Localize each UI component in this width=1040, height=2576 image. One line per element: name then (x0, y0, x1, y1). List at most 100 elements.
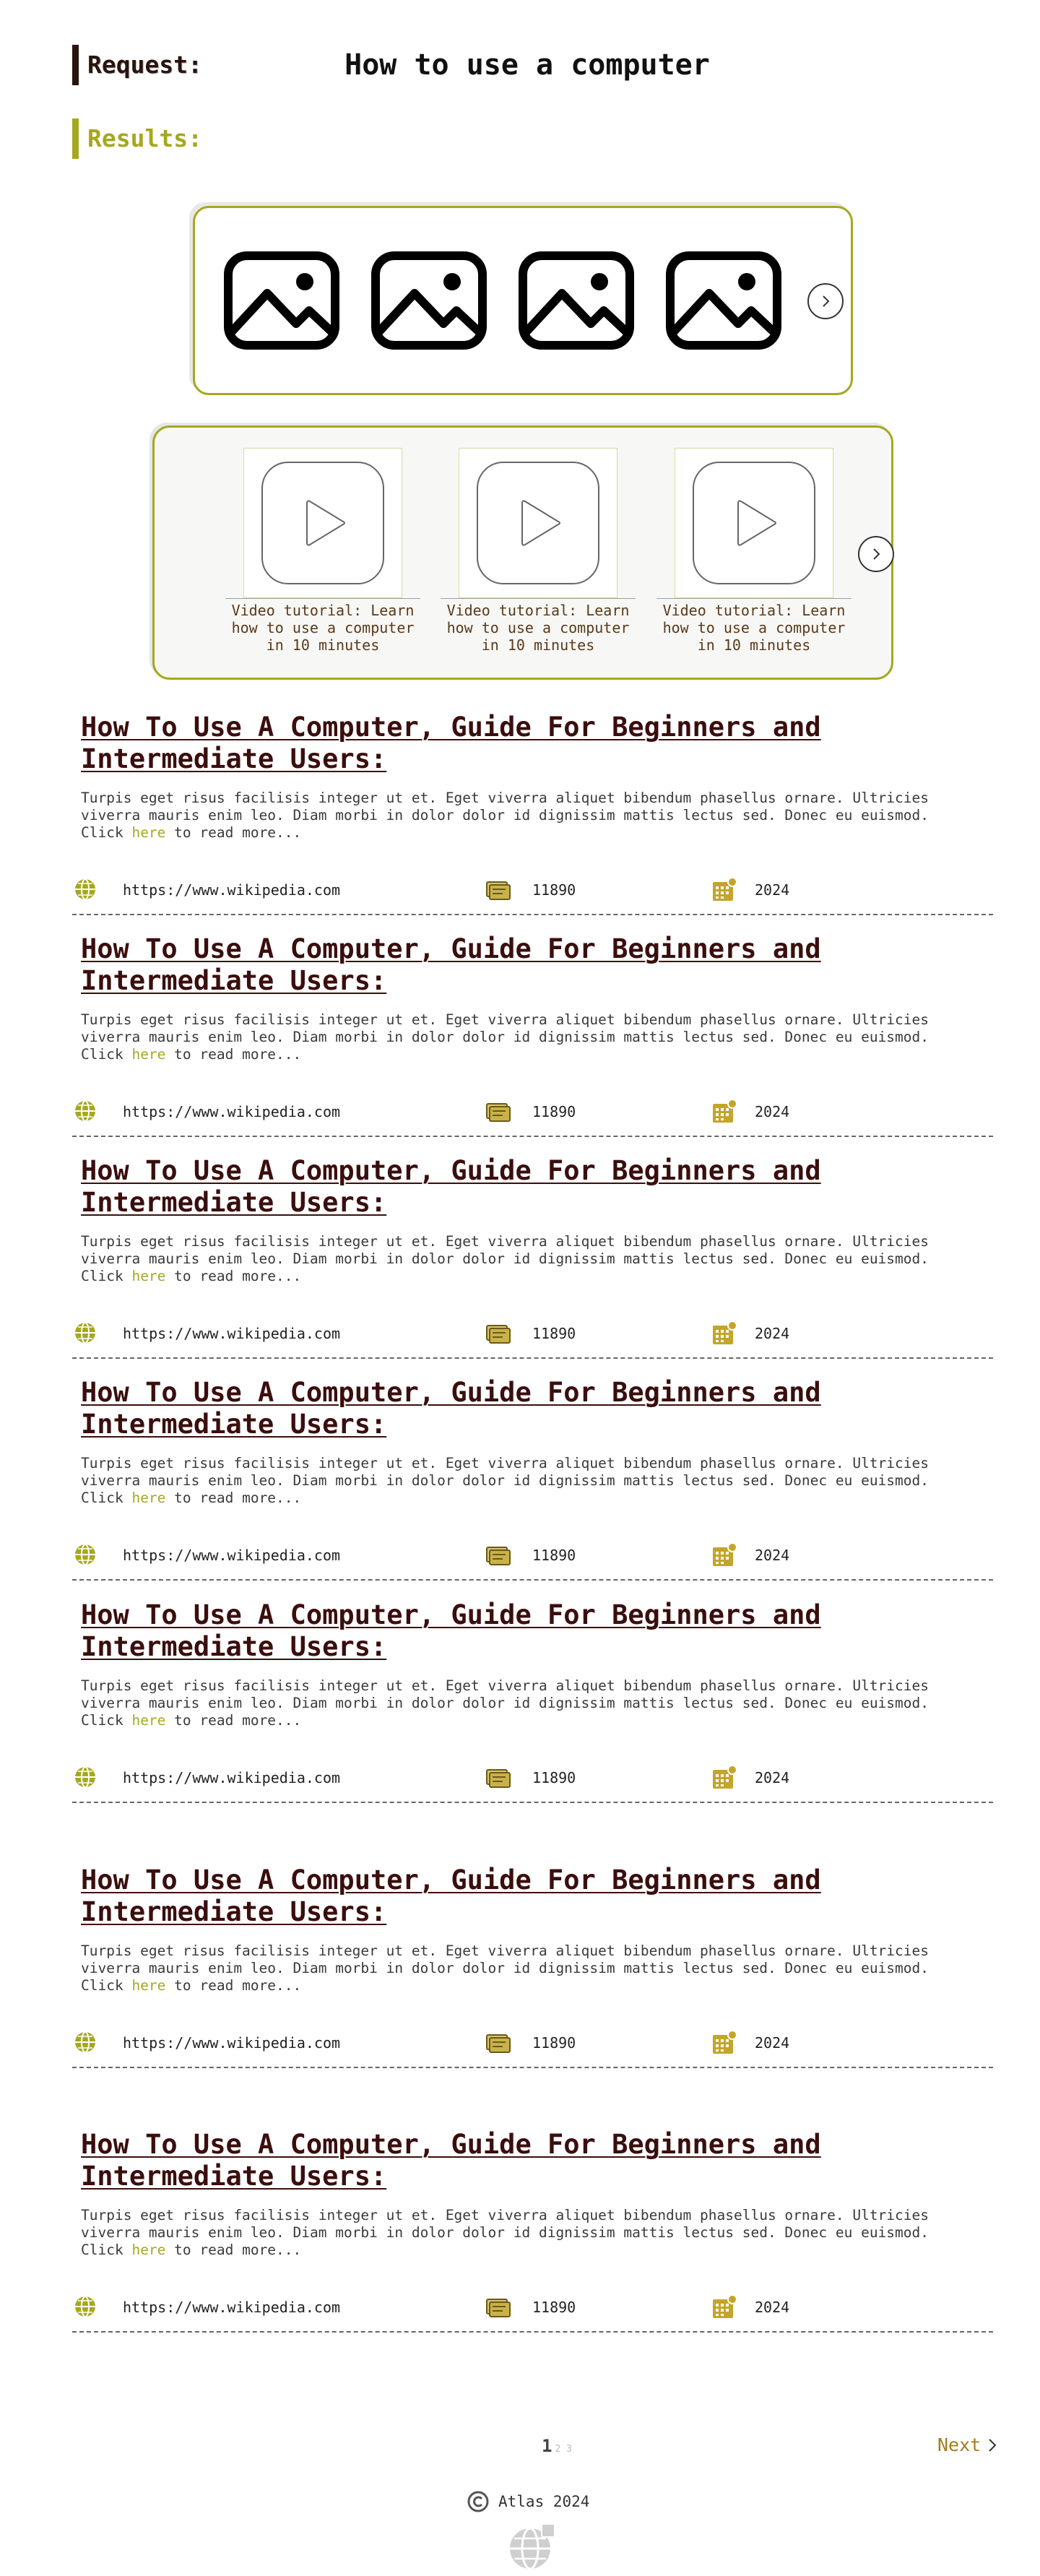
videos-next-button[interactable] (858, 536, 894, 572)
image-placeholder-icon[interactable] (224, 251, 339, 350)
result-item: How To Use A Computer, Guide For Beginne… (72, 712, 993, 921)
result-year: 2024 (755, 881, 790, 899)
views-icon (484, 2295, 513, 2320)
result-url[interactable]: https://www.wikipedia.com (123, 1769, 340, 1786)
result-meta: https://www.wikipedia.com 11890 2024 (72, 1321, 971, 1346)
current-page[interactable]: 1 (542, 2436, 552, 2456)
result-views: 11890 (532, 1769, 576, 1786)
video-caption[interactable]: Video tutorial: Learn how to use a compu… (656, 599, 852, 654)
result-divider (72, 1579, 993, 1581)
pagination: 12 3 (542, 2436, 572, 2456)
result-year: 2024 (755, 1547, 790, 1564)
result-url[interactable]: https://www.wikipedia.com (123, 2299, 340, 2316)
video-caption[interactable]: Video tutorial: Learn how to use a compu… (441, 599, 636, 654)
result-item: How To Use A Computer, Guide For Beginne… (72, 933, 993, 1143)
snippet-end: to read more... (174, 1490, 302, 1506)
result-divider (72, 1357, 993, 1359)
next-page-button[interactable]: Next (937, 2434, 998, 2455)
read-more-link[interactable]: here (131, 824, 165, 841)
video-thumbnail[interactable] (243, 448, 402, 598)
video-card[interactable]: Video tutorial: Learn how to use a compu… (656, 448, 852, 654)
result-item: How To Use A Computer, Guide For Beginne… (72, 2129, 993, 2338)
views-icon (484, 1099, 513, 1124)
video-carousel: Video tutorial: Learn how to use a compu… (152, 425, 894, 680)
result-divider (72, 914, 993, 915)
result-url[interactable]: https://www.wikipedia.com (123, 1547, 340, 1564)
result-snippet: Turpis eget risus facilisis integer ut e… (81, 1677, 973, 1729)
result-url[interactable]: https://www.wikipedia.com (123, 881, 340, 899)
image-placeholder-icon[interactable] (666, 251, 781, 350)
play-icon (477, 462, 599, 584)
read-more-link[interactable]: here (131, 1490, 165, 1506)
result-views: 11890 (532, 1547, 576, 1564)
result-title[interactable]: How To Use A Computer, Guide For Beginne… (81, 933, 919, 997)
other-pages[interactable]: 2 3 (555, 2444, 571, 2455)
next-label: Next (937, 2434, 982, 2455)
result-title[interactable]: How To Use A Computer, Guide For Beginne… (81, 2129, 919, 2192)
video-thumbnail[interactable] (675, 448, 833, 598)
chevron-right-icon (873, 548, 880, 560)
read-more-link[interactable]: here (131, 1977, 165, 1994)
image-placeholder-icon[interactable] (371, 251, 487, 350)
video-card[interactable]: Video tutorial: Learn how to use a compu… (441, 448, 636, 654)
image-placeholder-icon[interactable] (519, 251, 634, 350)
video-caption[interactable]: Video tutorial: Learn how to use a compu… (225, 599, 420, 654)
chevron-right-icon (823, 295, 830, 307)
result-year: 2024 (755, 2034, 790, 2052)
globe-icon (74, 878, 97, 901)
result-snippet: Turpis eget risus facilisis integer ut e… (81, 1942, 973, 1994)
result-divider (72, 2067, 993, 2068)
globe-icon (74, 1765, 97, 1789)
views-icon (484, 1543, 513, 1568)
result-item: How To Use A Computer, Guide For Beginne… (72, 1377, 993, 1586)
video-card[interactable]: Video tutorial: Learn how to use a compu… (225, 448, 420, 654)
read-more-link[interactable]: here (131, 2242, 165, 2258)
result-title[interactable]: How To Use A Computer, Guide For Beginne… (81, 712, 919, 775)
calendar-icon (711, 2030, 737, 2055)
result-snippet: Turpis eget risus facilisis integer ut e… (81, 1011, 973, 1063)
video-thumbnail[interactable] (459, 448, 618, 598)
snippet-end: to read more... (174, 1268, 302, 1284)
result-year: 2024 (755, 1769, 790, 1786)
result-title[interactable]: How To Use A Computer, Guide For Beginne… (81, 1599, 919, 1663)
result-item: How To Use A Computer, Guide For Beginne… (72, 1155, 993, 1365)
read-more-link[interactable]: here (131, 1712, 165, 1729)
result-item: How To Use A Computer, Guide For Beginne… (72, 1864, 993, 2074)
views-icon (484, 878, 513, 902)
read-more-link[interactable]: here (131, 1268, 165, 1284)
result-divider (72, 2331, 993, 2333)
result-url[interactable]: https://www.wikipedia.com (123, 2034, 340, 2052)
snippet-end: to read more... (174, 2242, 302, 2258)
globe-icon (74, 1099, 97, 1123)
result-snippet: Turpis eget risus facilisis integer ut e… (81, 1233, 973, 1285)
snippet-end: to read more... (174, 1977, 302, 1994)
copyright: Atlas 2024 (467, 2490, 589, 2513)
play-icon (693, 462, 815, 584)
result-meta: https://www.wikipedia.com 11890 2024 (72, 1542, 971, 1568)
globe-icon (74, 2031, 97, 2054)
result-snippet: Turpis eget risus facilisis integer ut e… (81, 2207, 973, 2259)
results-label: Results: (72, 118, 202, 159)
calendar-icon (711, 1321, 737, 1346)
result-year: 2024 (755, 2299, 790, 2316)
calendar-icon (711, 1765, 737, 1790)
result-title[interactable]: How To Use A Computer, Guide For Beginne… (81, 1377, 919, 1440)
globe-icon (74, 2295, 97, 2318)
views-icon (484, 2031, 513, 2055)
result-meta: https://www.wikipedia.com 11890 2024 (72, 877, 971, 902)
result-title[interactable]: How To Use A Computer, Guide For Beginne… (81, 1155, 919, 1219)
result-views: 11890 (532, 2299, 576, 2316)
result-views: 11890 (532, 1325, 576, 1342)
snippet-end: to read more... (174, 1712, 302, 1729)
images-next-button[interactable] (807, 283, 844, 319)
views-icon (484, 1765, 513, 1790)
result-title[interactable]: How To Use A Computer, Guide For Beginne… (81, 1864, 919, 1928)
result-url[interactable]: https://www.wikipedia.com (123, 1103, 340, 1120)
snippet-end: to read more... (174, 1046, 302, 1063)
result-meta: https://www.wikipedia.com 11890 2024 (72, 2030, 971, 2055)
globe-icon (74, 1543, 97, 1566)
read-more-link[interactable]: here (131, 1046, 165, 1063)
snippet-end: to read more... (174, 824, 302, 841)
calendar-icon (711, 877, 737, 902)
result-url[interactable]: https://www.wikipedia.com (123, 1325, 340, 1342)
